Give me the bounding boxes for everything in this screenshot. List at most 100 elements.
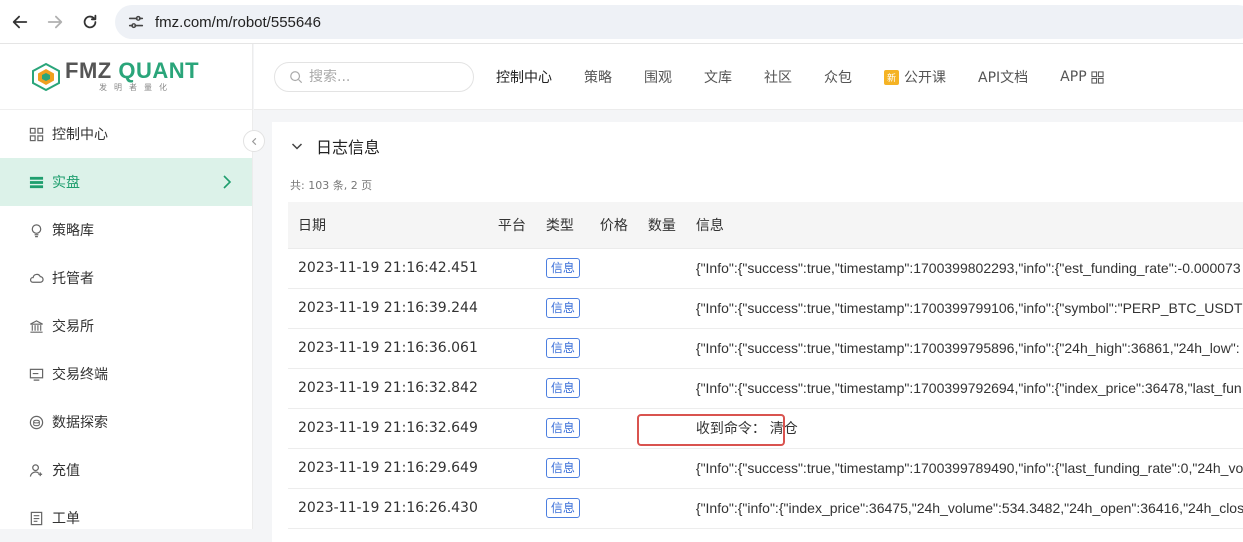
sidebar-item-strategy-library[interactable]: 策略库 xyxy=(0,206,252,254)
grid-icon xyxy=(28,126,44,142)
nav-app-label: APP xyxy=(1060,69,1087,85)
reload-button[interactable] xyxy=(72,4,108,40)
reload-icon xyxy=(83,14,97,29)
back-button[interactable] xyxy=(2,4,38,40)
cloud-icon xyxy=(28,270,44,286)
type-tag: 信息 xyxy=(545,458,580,478)
header-platform: 平台 xyxy=(487,202,536,249)
sidebar-item-label: 工单 xyxy=(52,511,80,527)
cell-quantity xyxy=(637,328,686,369)
nav-links: 控制中心 策略 围观 文库 社区 众包 新公开课 API文档 APP xyxy=(496,44,1136,110)
cell-platform xyxy=(487,288,536,329)
cell-date: 2023-11-19 21:16:32.649 xyxy=(288,408,488,449)
nav-strategy[interactable]: 策略 xyxy=(584,67,612,87)
nav-api-docs[interactable]: API文档 xyxy=(978,67,1028,87)
forward-button[interactable] xyxy=(37,4,73,40)
table-row: 2023-11-19 21:16:39.244 信息 {"Info":{"suc… xyxy=(288,288,1243,329)
cell-date: 2023-11-19 21:16:42.451 xyxy=(288,248,488,289)
site-settings-icon[interactable] xyxy=(127,13,145,31)
cell-date: 2023-11-19 21:16:32.842 xyxy=(288,368,488,409)
sidebar-item-trading-terminal[interactable]: 交易终端 xyxy=(0,350,252,398)
nav-open-course-label: 公开课 xyxy=(904,70,947,86)
type-tag: 信息 xyxy=(545,418,580,438)
log-section-title: 日志信息 xyxy=(316,138,381,157)
cell-price xyxy=(589,488,638,529)
cell-platform xyxy=(487,368,536,409)
type-tag: 信息 xyxy=(545,258,580,278)
table-row: 2023-11-19 21:16:42.451 信息 {"Info":{"suc… xyxy=(288,248,1243,289)
cell-price xyxy=(589,408,638,449)
address-bar[interactable]: fmz.com/m/robot/555646 xyxy=(115,5,1243,39)
monitor-icon xyxy=(28,366,44,382)
url-text[interactable]: fmz.com/m/robot/555646 xyxy=(155,14,321,31)
nav-control-center[interactable]: 控制中心 xyxy=(496,67,552,87)
nav-crowdsource[interactable]: 众包 xyxy=(824,67,852,87)
grid-icon xyxy=(1091,70,1104,84)
sidebar-item-label: 数据探索 xyxy=(52,415,108,431)
sidebar-menu: 控制中心 实盘 策略库 托管者 交易所 交易终端 数据探索 充值 工单 xyxy=(0,110,252,542)
bulb-icon xyxy=(28,222,44,238)
logo-brand-quant: QUANT xyxy=(118,57,200,83)
table-header-row: 日期 平台 类型 价格 数量 信息 xyxy=(288,202,1243,249)
log-section-header[interactable]: 日志信息 xyxy=(290,134,380,158)
table-row: 2023-11-19 21:16:26.430 信息 {"Info":{"inf… xyxy=(288,488,1243,529)
sidebar-item-label: 策略库 xyxy=(52,223,94,239)
cell-quantity xyxy=(637,248,686,289)
type-tag: 信息 xyxy=(545,338,580,358)
top-nav: 控制中心 策略 围观 文库 社区 众包 新公开课 API文档 APP xyxy=(254,44,1243,110)
nav-open-course[interactable]: 新公开课 xyxy=(884,67,946,87)
cell-quantity xyxy=(637,408,686,449)
logo-tagline: 发明者量化 xyxy=(99,82,174,92)
cell-price xyxy=(589,328,638,369)
sidebar-item-control-center[interactable]: 控制中心 xyxy=(0,110,252,158)
cell-quantity xyxy=(637,488,686,529)
chevron-down-icon xyxy=(291,143,303,150)
cell-date: 2023-11-19 21:16:26.430 xyxy=(288,488,488,529)
browser-toolbar: fmz.com/m/robot/555646 xyxy=(0,0,1243,44)
log-table: 日期 平台 类型 价格 数量 信息 2023-11-19 21:16:42.45… xyxy=(288,202,1243,529)
sidebar-item-label: 充值 xyxy=(52,463,80,479)
sidebar-item-recharge[interactable]: 充值 xyxy=(0,446,252,494)
cell-date: 2023-11-19 21:16:39.244 xyxy=(288,288,488,329)
collapse-sidebar-button[interactable] xyxy=(243,130,265,152)
cell-price xyxy=(589,368,638,409)
sidebar-item-label: 实盘 xyxy=(52,175,80,191)
sidebar: FMZ QUANT 发明者量化 控制中心 实盘 策略库 托管者 交易所 交易终端 xyxy=(0,44,253,529)
sidebar-item-ticket[interactable]: 工单 xyxy=(0,494,252,542)
fmz-logo-icon xyxy=(32,62,60,91)
logo[interactable]: FMZ QUANT 发明者量化 xyxy=(0,44,252,110)
sidebar-item-live[interactable]: 实盘 xyxy=(0,158,252,206)
cell-price xyxy=(589,248,638,289)
table-row: 2023-11-19 21:16:29.649 信息 {"Info":{"suc… xyxy=(288,448,1243,489)
log-panel: 日志信息 共: 103 条, 2 页 日期 平台 类型 价格 数量 信息 202… xyxy=(272,122,1243,542)
sidebar-item-label: 交易所 xyxy=(52,319,94,335)
search-box[interactable] xyxy=(274,62,474,92)
nav-watch[interactable]: 围观 xyxy=(644,67,672,87)
cell-platform xyxy=(487,328,536,369)
type-tag: 信息 xyxy=(545,378,580,398)
bank-icon xyxy=(28,318,44,334)
sidebar-item-label: 交易终端 xyxy=(52,367,108,383)
user-icon xyxy=(28,462,44,478)
nav-app[interactable]: APP xyxy=(1060,69,1104,85)
sidebar-item-exchange[interactable]: 交易所 xyxy=(0,302,252,350)
cell-price xyxy=(589,448,638,489)
cell-quantity xyxy=(637,368,686,409)
arrow-left-icon xyxy=(12,15,28,29)
header-info: 信息 xyxy=(685,202,1243,249)
cell-platform xyxy=(487,488,536,529)
cell-info: {"Info":{"success":true,"timestamp":1700… xyxy=(695,300,1243,316)
chevron-left-icon xyxy=(251,137,256,145)
nav-library[interactable]: 文库 xyxy=(704,67,732,87)
search-input[interactable] xyxy=(309,69,459,85)
sidebar-item-data-explore[interactable]: 数据探索 xyxy=(0,398,252,446)
cell-date: 2023-11-19 21:16:36.061 xyxy=(288,328,488,369)
ticket-icon xyxy=(28,510,44,526)
cell-price xyxy=(589,288,638,329)
sidebar-item-custodian[interactable]: 托管者 xyxy=(0,254,252,302)
nav-community[interactable]: 社区 xyxy=(764,67,792,87)
logo-brand: FMZ xyxy=(65,57,119,83)
table-row: 2023-11-19 21:16:32.649 信息 收到命令： 清仓 xyxy=(288,408,1243,449)
cell-platform xyxy=(487,248,536,289)
header-price: 价格 xyxy=(589,202,638,249)
